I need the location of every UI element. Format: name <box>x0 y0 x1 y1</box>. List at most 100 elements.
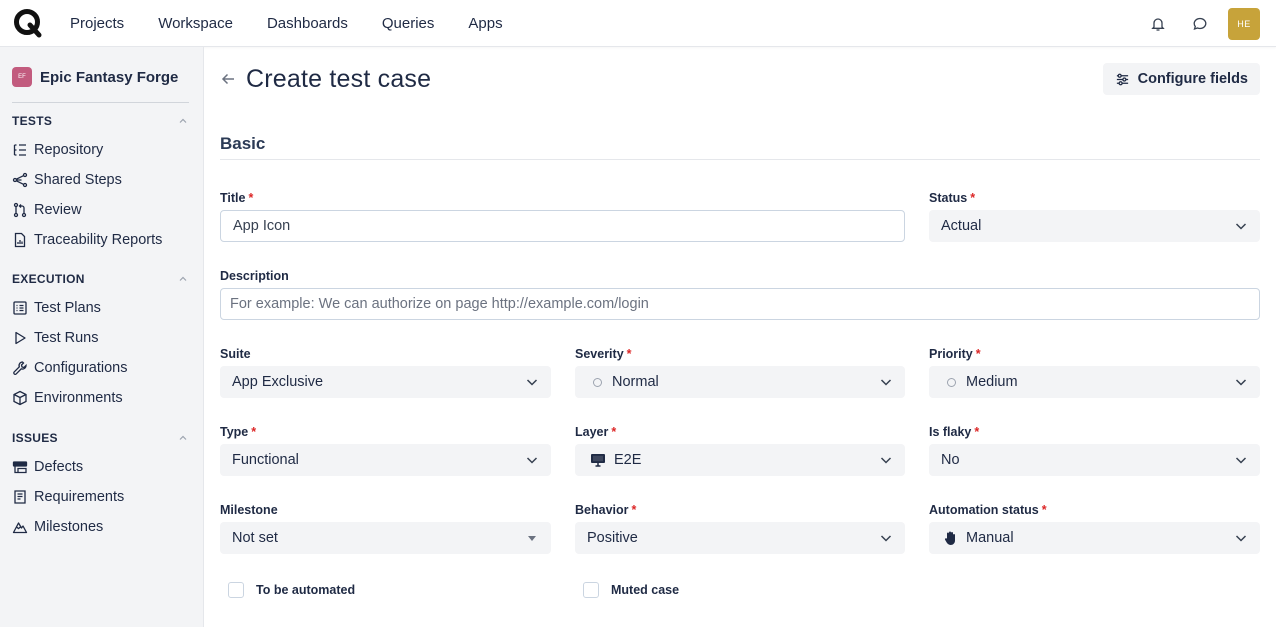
project-name: Epic Fantasy Forge <box>40 68 179 86</box>
notifications-bell-icon[interactable] <box>1142 8 1174 40</box>
muted-case-checkbox-row[interactable]: Muted case <box>583 582 679 598</box>
sidebar-section-header-tests[interactable]: TESTS <box>0 111 204 131</box>
wrench-icon <box>13 361 27 375</box>
milestone-value: Not set <box>232 530 278 546</box>
sidebar-item-shared-steps[interactable]: Shared Steps <box>0 165 204 195</box>
automation-status-value: Manual <box>966 530 1014 546</box>
behavior-select[interactable]: Positive <box>575 522 905 554</box>
section-heading-basic: Basic <box>220 134 266 153</box>
type-select[interactable]: Functional <box>220 444 551 476</box>
sidebar: EF Epic Fantasy Forge TESTS Repository S… <box>0 47 204 627</box>
muted-case-label: Muted case <box>611 583 680 597</box>
sidebar-item-defects[interactable]: Defects <box>0 452 204 482</box>
sidebar-divider <box>12 102 189 103</box>
chevron-down-icon <box>880 457 892 464</box>
milestone-select[interactable]: Not set <box>220 522 551 554</box>
layer-select[interactable]: E2E <box>575 444 905 476</box>
section-title: ISSUES <box>12 431 58 445</box>
severity-label: Severity * <box>575 347 632 361</box>
automation-status-select[interactable]: Manual <box>929 522 1260 554</box>
chevron-down-icon <box>526 379 538 386</box>
chevron-down-icon <box>880 379 892 386</box>
project-switcher[interactable]: EF Epic Fantasy Forge <box>12 67 178 87</box>
section-title: TESTS <box>12 114 53 128</box>
sidebar-item-label: Shared Steps <box>34 172 122 188</box>
priority-label: Priority * <box>929 347 981 361</box>
priority-value: Medium <box>966 374 1018 390</box>
status-value: Actual <box>941 218 982 234</box>
app-logo-icon[interactable] <box>13 8 43 38</box>
chevron-down-icon <box>1235 457 1247 464</box>
repository-tree-icon <box>13 144 26 156</box>
sidebar-section-execution: EXECUTION Test Plans Test Runs Configura… <box>0 269 204 413</box>
user-avatar[interactable]: HE <box>1228 8 1260 40</box>
configure-fields-button[interactable]: Configure fields <box>1102 63 1260 95</box>
muted-case-checkbox[interactable] <box>583 582 599 598</box>
is-flaky-select[interactable]: No <box>929 444 1260 476</box>
status-label: Status * <box>929 191 976 205</box>
sidebar-item-milestones[interactable]: Milestones <box>0 512 204 542</box>
chevron-up-icon <box>179 435 187 440</box>
back-arrow-icon[interactable] <box>220 71 236 87</box>
play-icon <box>15 331 26 345</box>
sidebar-item-label: Test Plans <box>34 300 101 316</box>
sidebar-item-review[interactable]: Review <box>0 195 204 225</box>
hand-icon <box>944 530 958 546</box>
title-label: Title * <box>220 191 254 205</box>
sidebar-item-traceability-reports[interactable]: Traceability Reports <box>0 225 204 255</box>
pull-request-icon <box>13 202 27 218</box>
monitor-icon <box>590 453 606 467</box>
sidebar-section-header-issues[interactable]: ISSUES <box>0 428 204 448</box>
requirements-book-icon <box>14 490 26 504</box>
nav-queries[interactable]: Queries <box>382 15 435 32</box>
severity-value: Normal <box>612 374 659 390</box>
severity-select[interactable]: Normal <box>575 366 905 398</box>
sidebar-item-label: Environments <box>34 390 123 406</box>
top-icons: HE <box>1132 8 1260 40</box>
sidebar-item-repository[interactable]: Repository <box>0 135 204 165</box>
nav-projects[interactable]: Projects <box>70 15 124 32</box>
sidebar-section-tests: TESTS Repository Shared Steps Review Tra… <box>0 111 204 255</box>
suite-label: Suite <box>220 347 251 361</box>
sidebar-item-label: Repository <box>34 142 104 158</box>
configure-fields-label: Configure fields <box>1137 71 1248 87</box>
sidebar-item-configurations[interactable]: Configurations <box>0 353 204 383</box>
chevron-down-icon <box>1235 379 1247 386</box>
chevron-up-icon <box>179 118 187 123</box>
title-input[interactable]: App Icon <box>220 210 905 242</box>
suite-select[interactable]: App Exclusive <box>220 366 551 398</box>
sidebar-item-test-runs[interactable]: Test Runs <box>0 323 204 353</box>
sidebar-section-issues: ISSUES Defects Requirements Milestones <box>0 428 204 542</box>
main-content: Create test case Configure fields Basic … <box>204 47 1276 627</box>
test-plan-list-icon <box>13 301 27 315</box>
to-be-automated-checkbox-row[interactable]: To be automated <box>228 582 355 598</box>
layer-label: Layer * <box>575 425 617 439</box>
description-input[interactable]: For example: We can authorize on page ht… <box>220 288 1260 320</box>
behavior-label: Behavior * <box>575 503 637 517</box>
sidebar-section-header-execution[interactable]: EXECUTION <box>0 269 204 289</box>
is-flaky-value: No <box>941 452 960 468</box>
chevron-down-icon <box>1235 535 1247 542</box>
sidebar-item-label: Review <box>34 202 82 218</box>
sidebar-item-test-plans[interactable]: Test Plans <box>0 293 204 323</box>
type-value: Functional <box>232 452 299 468</box>
defects-stack-icon <box>12 461 28 474</box>
sidebar-item-requirements[interactable]: Requirements <box>0 482 204 512</box>
chat-bubble-icon[interactable] <box>1184 8 1216 40</box>
nav-workspace[interactable]: Workspace <box>158 15 233 32</box>
nav-dashboards[interactable]: Dashboards <box>267 15 348 32</box>
priority-circle-icon <box>947 377 956 387</box>
behavior-value: Positive <box>587 530 638 546</box>
chevron-down-icon <box>1235 223 1247 230</box>
page-title: Create test case <box>246 65 432 93</box>
nav-apps[interactable]: Apps <box>468 15 502 32</box>
section-divider <box>220 159 1260 160</box>
severity-circle-icon <box>593 377 602 387</box>
priority-select[interactable]: Medium <box>929 366 1260 398</box>
sidebar-item-environments[interactable]: Environments <box>0 383 204 413</box>
sidebar-item-label: Defects <box>34 459 84 475</box>
to-be-automated-checkbox[interactable] <box>228 582 244 598</box>
sidebar-item-label: Milestones <box>34 519 104 535</box>
status-select[interactable]: Actual <box>929 210 1260 242</box>
description-label: Description <box>220 269 289 283</box>
